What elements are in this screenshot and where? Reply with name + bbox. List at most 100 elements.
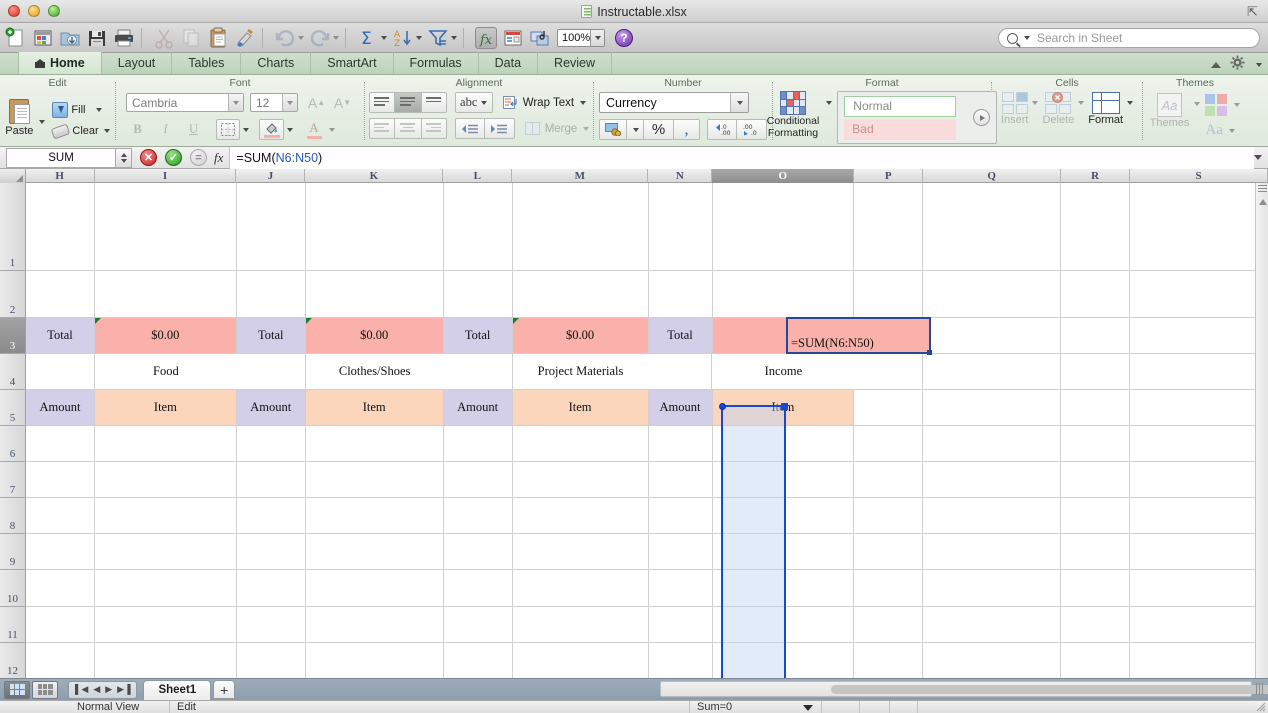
cell-I11[interactable] (94, 607, 237, 642)
open-folder-icon[interactable] (59, 27, 81, 49)
help-icon[interactable]: ? (615, 28, 633, 47)
nav-prev-sheet-icon[interactable]: ◀ (93, 684, 100, 695)
tab-tables[interactable]: Tables (171, 52, 242, 74)
cell-K6[interactable] (305, 426, 444, 461)
cell-R7[interactable] (1061, 462, 1131, 497)
insert-cells-button[interactable]: Insert (1001, 92, 1028, 126)
cell-I3[interactable]: $0.00 (94, 318, 237, 353)
format-painter-icon[interactable] (234, 27, 256, 49)
fx-icon[interactable]: fx (214, 150, 223, 166)
expand-window-icon[interactable]: ⇱ (1247, 5, 1260, 18)
row-header-12[interactable]: 12 (0, 643, 26, 678)
borders-dropdown-caret[interactable] (243, 127, 249, 132)
fill-color-button[interactable] (259, 119, 284, 140)
comma-format-button[interactable]: , (674, 119, 700, 140)
range-handle-top-right[interactable] (781, 403, 788, 410)
cell-Q1[interactable] (923, 183, 1062, 270)
column-header-M[interactable]: M (512, 169, 649, 183)
font-name-caret[interactable] (228, 94, 243, 111)
autosum-dropdown-caret[interactable] (381, 35, 387, 40)
cell-S4[interactable] (1130, 354, 1268, 389)
cell-R9[interactable] (1061, 534, 1131, 569)
cell-H7[interactable] (26, 462, 95, 497)
cell-R1[interactable] (1061, 183, 1131, 270)
cell-N1[interactable] (648, 183, 713, 270)
cell-Q11[interactable] (923, 607, 1062, 642)
cell-I1[interactable] (94, 183, 237, 270)
nav-next-sheet-icon[interactable]: ▶ (105, 684, 112, 695)
merge-caret[interactable] (583, 126, 590, 131)
page-layout-view-button[interactable] (32, 680, 58, 699)
cell-R8[interactable] (1061, 498, 1131, 533)
cell-S1[interactable] (1130, 183, 1268, 270)
cell-L9[interactable] (443, 534, 513, 569)
tab-layout[interactable]: Layout (100, 52, 173, 74)
cell-L7[interactable] (443, 462, 513, 497)
cell-L2[interactable] (443, 271, 513, 317)
cell-S3[interactable] (1130, 318, 1268, 353)
align-right-button[interactable] (420, 118, 447, 139)
currency-dropdown-button[interactable] (627, 119, 644, 140)
name-box[interactable]: SUM (6, 147, 116, 168)
cell-N5[interactable]: Amount (648, 390, 713, 425)
paste-dropdown-caret[interactable] (39, 119, 46, 124)
themes-caret[interactable] (1194, 102, 1201, 106)
cell-L1[interactable] (443, 183, 513, 270)
add-sheet-button[interactable]: + (213, 680, 236, 699)
resize-grip-icon[interactable] (1256, 702, 1266, 712)
cell-N9[interactable] (648, 534, 713, 569)
row-header-6[interactable]: 6 (0, 426, 26, 462)
style-bad[interactable]: Bad (844, 118, 957, 140)
cell-M2[interactable] (512, 271, 649, 317)
cell-K8[interactable] (305, 498, 444, 533)
cell-H8[interactable] (26, 498, 95, 533)
cell-S12[interactable] (1130, 643, 1268, 678)
paste-icon[interactable] (207, 27, 229, 49)
cell-R11[interactable] (1061, 607, 1131, 642)
cell-H12[interactable] (26, 643, 95, 678)
column-header-R[interactable]: R (1061, 169, 1131, 183)
tab-review[interactable]: Review (537, 52, 613, 74)
cell-R5[interactable] (1061, 390, 1131, 425)
row-header-7[interactable]: 7 (0, 462, 26, 498)
cell-I10[interactable] (94, 570, 237, 606)
cell-H4[interactable] (26, 354, 95, 389)
cell-K5[interactable]: Item (305, 390, 444, 425)
cell-J6[interactable] (236, 426, 306, 461)
column-header-I[interactable]: I (95, 169, 237, 183)
cell-N10[interactable] (648, 570, 713, 606)
cell-M10[interactable] (512, 570, 649, 606)
underline-button[interactable]: U (182, 119, 205, 140)
cell-L8[interactable] (443, 498, 513, 533)
cell-Q2[interactable] (923, 271, 1062, 317)
cell-P9[interactable] (854, 534, 924, 569)
column-header-P[interactable]: P (854, 169, 924, 183)
toolbox-icon[interactable] (502, 27, 524, 49)
nav-first-sheet-icon[interactable]: ▌◀ (75, 684, 88, 695)
normal-view-button[interactable] (4, 680, 30, 699)
column-header-O[interactable]: O (712, 169, 855, 183)
clear-button[interactable]: Clear (51, 122, 110, 140)
percent-format-button[interactable]: % (644, 119, 674, 140)
tab-formulas[interactable]: Formulas (392, 52, 479, 74)
cell-H5[interactable]: Amount (26, 390, 95, 425)
cell-S5[interactable] (1130, 390, 1268, 425)
cell-J8[interactable] (236, 498, 306, 533)
cell-M3[interactable]: $0.00 (512, 318, 649, 353)
cut-icon[interactable] (153, 27, 175, 49)
accept-formula-button[interactable]: ✓ (165, 149, 182, 166)
cell-N6[interactable] (648, 426, 713, 461)
cell-M5[interactable]: Item (512, 390, 649, 425)
cell-J1[interactable] (236, 183, 306, 270)
cell-L4[interactable] (443, 354, 513, 389)
fill-color-caret[interactable] (287, 127, 293, 132)
cell-L11[interactable] (443, 607, 513, 642)
bold-button[interactable]: B (126, 119, 149, 140)
cell-Q6[interactable] (923, 426, 1062, 461)
cell-R2[interactable] (1061, 271, 1131, 317)
cell-Q9[interactable] (923, 534, 1062, 569)
cell-R10[interactable] (1061, 570, 1131, 606)
sheet-navigation-buttons[interactable]: ▌◀ ◀ ▶ ▶▐ (68, 680, 138, 699)
column-header-S[interactable]: S (1130, 169, 1268, 183)
row-header-4[interactable]: 4 (0, 354, 26, 390)
